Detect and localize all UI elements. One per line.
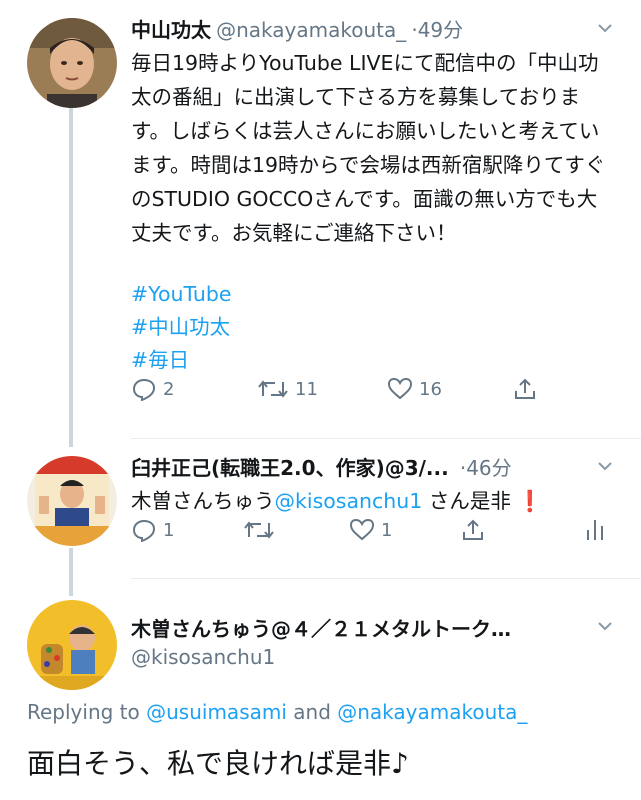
mention-link[interactable]: @kisosanchu1 — [275, 489, 423, 513]
heart-icon — [349, 518, 375, 541]
avatar[interactable] — [27, 456, 117, 546]
replying-and: and — [286, 700, 338, 724]
like-count: 1 — [381, 519, 393, 541]
analytics-button[interactable] — [585, 518, 605, 542]
share-button[interactable] — [461, 518, 485, 542]
tweet-text: 毎日19時よりYouTube LIVEにて配信中の「中山功太の番組」に出演して下… — [131, 51, 606, 245]
chevron-down-icon[interactable] — [597, 22, 613, 34]
avatar[interactable] — [27, 600, 117, 690]
chevron-down-icon[interactable] — [597, 460, 613, 472]
share-button[interactable] — [513, 377, 537, 401]
retweet-count: 11 — [295, 378, 318, 400]
replying-to-line: Replying to @usuimasami and @nakayamakou… — [27, 700, 527, 724]
timestamp[interactable]: 46分 — [466, 456, 511, 480]
like-button[interactable]: 1 — [349, 518, 392, 542]
mention-link[interactable]: @usuimasami — [146, 700, 287, 724]
tweet-text-prefix: 木曽さんちゅう — [131, 489, 275, 513]
reply-icon — [132, 519, 156, 542]
retweet-icon — [244, 521, 274, 539]
author-name[interactable]: 臼井正己(転職王2.0、作家)@3/... — [131, 456, 449, 480]
author-handle[interactable]: @nakayamakouta_ — [216, 18, 406, 42]
reply-icon — [132, 378, 156, 401]
hashtag-link[interactable]: #毎日 — [131, 344, 232, 377]
exclamation-emoji: ❗ — [517, 489, 543, 513]
analytics-icon — [587, 520, 603, 540]
hashtag-link[interactable]: #YouTube — [131, 278, 232, 311]
reply-count: 1 — [163, 519, 175, 541]
mention-link[interactable]: @nakayamakouta_ — [337, 700, 527, 724]
divider — [131, 578, 641, 579]
tweet-text: 面白そう、私で良ければ是非♪ — [27, 747, 409, 780]
retweet-button[interactable]: 11 — [257, 378, 318, 400]
reply-button[interactable]: 1 — [131, 518, 174, 542]
heart-icon — [387, 377, 413, 400]
thread-line — [69, 548, 73, 596]
share-icon — [463, 519, 483, 540]
replying-prefix: Replying to — [27, 700, 147, 724]
thread-line — [69, 107, 73, 447]
timestamp[interactable]: 49分 — [418, 18, 463, 42]
author-handle[interactable]: @kisosanchu1 — [131, 645, 275, 669]
reply-button[interactable]: 2 — [131, 377, 174, 401]
tweet-text-suffix: さん是非 — [422, 489, 511, 513]
share-icon — [515, 378, 535, 399]
divider — [131, 438, 641, 439]
author-name[interactable]: 木曽さんちゅう@４／２１メタルトーク… — [131, 613, 511, 642]
like-button[interactable]: 16 — [387, 377, 442, 401]
tweet-text: 木曽さんちゅう@kisosanchu1 さん是非 ❗ — [131, 484, 611, 518]
chevron-down-icon[interactable] — [597, 620, 613, 632]
hashtag-link[interactable]: #中山功太 — [131, 311, 232, 344]
hashtag-list: #YouTube #中山功太 #毎日 — [131, 278, 232, 377]
like-count: 16 — [419, 378, 442, 400]
author-name[interactable]: 中山功太 — [131, 18, 211, 42]
reply-count: 2 — [163, 378, 175, 400]
avatar[interactable] — [27, 18, 117, 108]
retweet-icon — [258, 380, 288, 398]
retweet-button[interactable] — [243, 519, 275, 541]
